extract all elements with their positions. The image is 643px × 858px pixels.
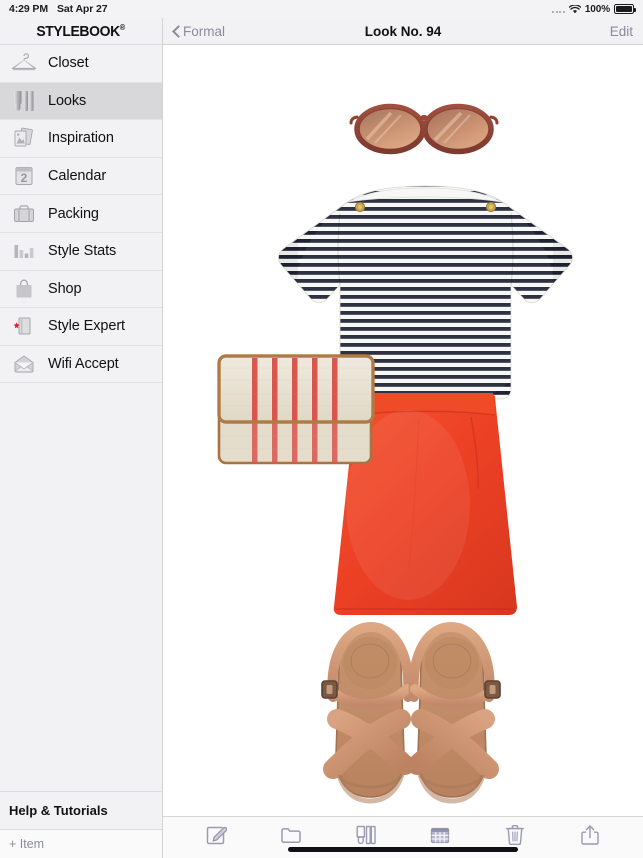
sidebar: STYLEBOOK® Closet Looks Inspiration 2 Ca… bbox=[0, 18, 163, 858]
share-icon bbox=[580, 824, 600, 851]
envelope-icon bbox=[9, 351, 39, 377]
edit-button[interactable]: Edit bbox=[610, 24, 633, 39]
back-button-label: Formal bbox=[183, 23, 226, 39]
hanger-icon bbox=[9, 50, 39, 76]
sidebar-item-inspiration[interactable]: Inspiration bbox=[0, 120, 162, 158]
sidebar-item-closet[interactable]: Closet bbox=[0, 45, 162, 83]
back-button[interactable]: Formal bbox=[173, 24, 225, 39]
compose-icon bbox=[205, 824, 228, 851]
status-time: 4:29 PM bbox=[9, 3, 48, 15]
detail-pane: Formal Look No. 94 Edit bbox=[163, 18, 643, 858]
sidebar-label: Style Stats bbox=[48, 243, 117, 260]
sidebar-label: Packing bbox=[48, 205, 99, 222]
sidebar-label: Style Expert bbox=[48, 318, 125, 335]
sidebar-item-wifi-accept[interactable]: Wifi Accept bbox=[0, 346, 162, 384]
brand-name: STYLEBOOK bbox=[36, 22, 121, 40]
svg-text:2: 2 bbox=[21, 171, 28, 185]
sidebar-label: Wifi Accept bbox=[48, 356, 119, 373]
sidebar-label: Shop bbox=[48, 280, 82, 297]
battery-percent: 100% bbox=[584, 3, 610, 15]
sidebar-item-style-expert[interactable]: Style Expert bbox=[0, 308, 162, 346]
status-date: Sat Apr 27 bbox=[56, 3, 108, 15]
wifi-icon bbox=[568, 3, 582, 14]
add-item-button[interactable]: + Item bbox=[0, 829, 162, 858]
edit-look-button[interactable] bbox=[179, 824, 254, 851]
app-logo: STYLEBOOK® bbox=[0, 18, 162, 45]
sidebar-item-looks[interactable]: Looks bbox=[0, 82, 162, 121]
look-item-sandals[interactable] bbox=[311, 605, 511, 816]
bar-chart-icon bbox=[9, 238, 39, 264]
brand-registered-mark: ® bbox=[120, 22, 126, 32]
page-title: Look No. 94 bbox=[364, 23, 442, 39]
shopping-bag-icon bbox=[9, 276, 39, 302]
status-right-cluster: 100% bbox=[552, 3, 636, 15]
app-screen: 4:29 PM Sat Apr 27 100% STYLEBOOK® Close… bbox=[0, 0, 643, 858]
signal-dots-icon bbox=[552, 6, 565, 13]
look-canvas[interactable] bbox=[163, 45, 643, 816]
navigation-bar: Formal Look No. 94 Edit bbox=[163, 18, 643, 45]
sidebar-item-shop[interactable]: Shop bbox=[0, 271, 162, 309]
suitcase-icon bbox=[9, 201, 39, 227]
calendar-button[interactable] bbox=[403, 826, 478, 850]
sidebar-item-packing[interactable]: Packing bbox=[0, 195, 162, 233]
book-star-icon bbox=[9, 313, 39, 339]
status-bar: 4:29 PM Sat Apr 27 100% bbox=[0, 0, 643, 18]
sidebar-label: Closet bbox=[48, 55, 89, 72]
sidebar-label: Looks bbox=[48, 92, 87, 109]
look-item-clutch[interactable] bbox=[210, 350, 380, 472]
sidebar-item-style-stats[interactable]: Style Stats bbox=[0, 233, 162, 271]
sidebar-nav: Closet Looks Inspiration 2 Calendar Pack… bbox=[0, 45, 162, 791]
chevron-left-icon bbox=[173, 25, 180, 37]
calendar-icon: 2 bbox=[9, 163, 39, 189]
sidebar-label: Inspiration bbox=[48, 130, 114, 147]
share-button[interactable] bbox=[552, 824, 627, 851]
help-and-tutorials-button[interactable]: Help & Tutorials bbox=[0, 791, 162, 829]
battery-full-icon bbox=[614, 4, 636, 14]
add-item-label: + Item bbox=[9, 837, 45, 851]
outfit-icon bbox=[9, 88, 39, 114]
split-view: STYLEBOOK® Closet Looks Inspiration 2 Ca… bbox=[0, 18, 643, 858]
calendar-grid-icon bbox=[430, 826, 450, 850]
home-indicator[interactable] bbox=[288, 847, 518, 852]
look-item-sunglasses[interactable] bbox=[349, 99, 499, 159]
sidebar-item-calendar[interactable]: 2 Calendar bbox=[0, 158, 162, 196]
help-label: Help & Tutorials bbox=[9, 803, 108, 818]
sidebar-label: Calendar bbox=[48, 168, 107, 185]
photos-icon bbox=[9, 125, 39, 151]
